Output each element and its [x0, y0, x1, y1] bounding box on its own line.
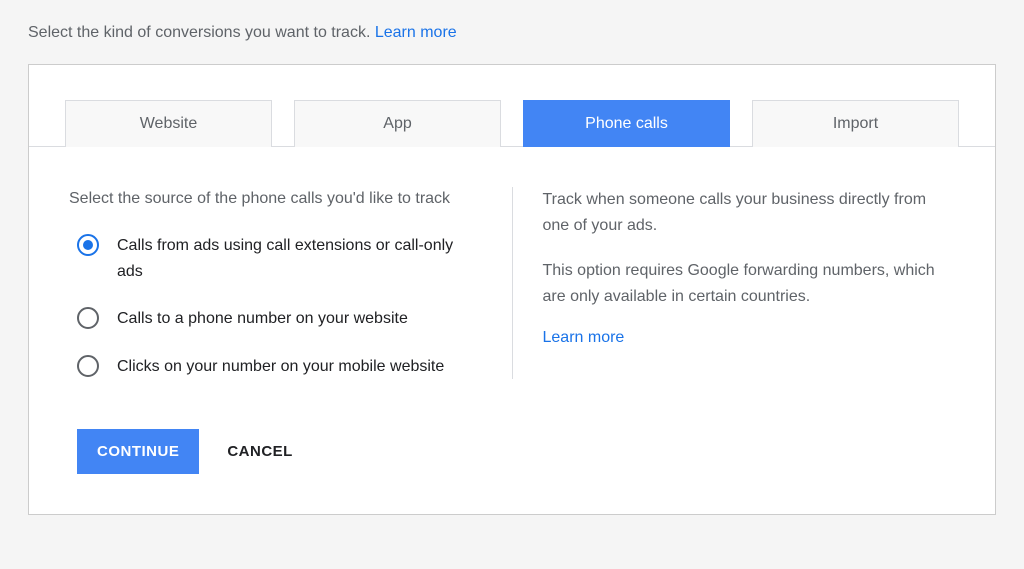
radio-option-clicks-mobile[interactable]: Clicks on your number on your mobile web… [77, 354, 482, 380]
tab-label: App [383, 115, 411, 132]
page-instruction: Select the kind of conversions you want … [28, 24, 996, 42]
continue-button[interactable]: CONTINUE [77, 429, 199, 474]
tab-content: Select the source of the phone calls you… [29, 147, 995, 399]
radio-label: Calls to a phone number on your website [117, 306, 408, 332]
tab-label: Phone calls [585, 115, 668, 132]
source-selection: Select the source of the phone calls you… [69, 187, 512, 379]
tabs-row: Website App Phone calls Import [29, 65, 995, 147]
tab-label: Website [140, 115, 198, 132]
radio-label: Clicks on your number on your mobile web… [117, 354, 444, 380]
radio-option-calls-to-website[interactable]: Calls to a phone number on your website [77, 306, 482, 332]
instruction-text: Select the kind of conversions you want … [28, 24, 370, 41]
tab-label: Import [833, 115, 878, 132]
radio-option-calls-from-ads[interactable]: Calls from ads using call extensions or … [77, 233, 482, 284]
radio-label: Calls from ads using call extensions or … [117, 233, 482, 284]
tab-app[interactable]: App [294, 100, 501, 147]
button-row: CONTINUE CANCEL [29, 399, 995, 514]
cancel-button[interactable]: CANCEL [227, 443, 293, 460]
description-panel: Track when someone calls your business d… [512, 187, 956, 379]
conversion-card: Website App Phone calls Import Select th… [28, 64, 996, 515]
tab-phone-calls[interactable]: Phone calls [523, 100, 730, 147]
radio-icon [77, 355, 99, 377]
radio-icon [77, 234, 99, 256]
tab-import[interactable]: Import [752, 100, 959, 147]
learn-more-link-top[interactable]: Learn more [375, 24, 457, 41]
description-line2: This option requires Google forwarding n… [543, 258, 956, 309]
learn-more-link[interactable]: Learn more [543, 329, 625, 346]
radio-group: Calls from ads using call extensions or … [69, 233, 482, 379]
section-heading: Select the source of the phone calls you… [69, 187, 482, 211]
radio-icon [77, 307, 99, 329]
tab-website[interactable]: Website [65, 100, 272, 147]
description-line1: Track when someone calls your business d… [543, 187, 956, 238]
